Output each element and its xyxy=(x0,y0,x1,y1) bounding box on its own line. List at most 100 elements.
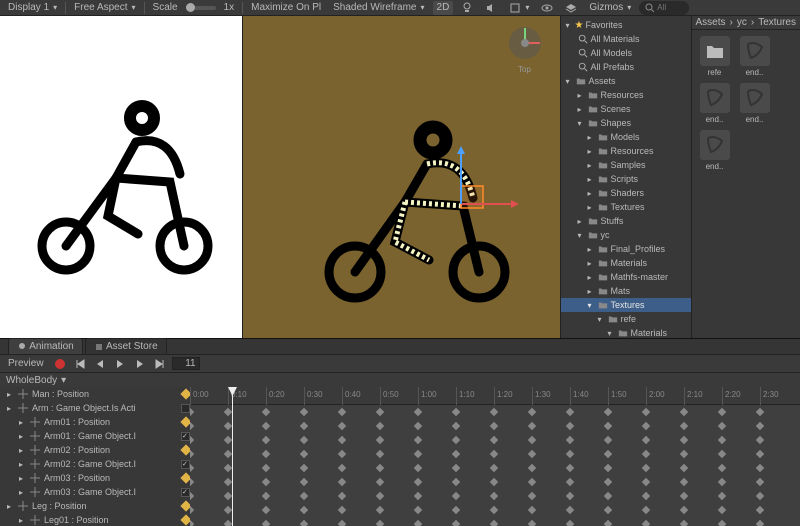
keyframe[interactable] xyxy=(338,520,346,526)
play-button[interactable] xyxy=(112,357,128,371)
keyframe[interactable] xyxy=(452,436,460,444)
game-view[interactable] xyxy=(0,16,242,338)
scene-view[interactable]: Top xyxy=(242,16,559,338)
favorites-header[interactable]: ▾★Favorites xyxy=(561,18,691,32)
keyframe[interactable] xyxy=(338,450,346,458)
keyframe[interactable] xyxy=(528,408,536,416)
folder-item[interactable]: ▸Samples xyxy=(561,158,691,172)
keyframe[interactable] xyxy=(642,506,650,514)
keyframe[interactable] xyxy=(718,478,726,486)
assets-root[interactable]: ▾Assets xyxy=(561,74,691,88)
keyframe[interactable] xyxy=(376,520,384,526)
dope-row[interactable] xyxy=(190,405,800,419)
keyframe[interactable] xyxy=(300,464,308,472)
maximize-on-play[interactable]: Maximize On Pl xyxy=(247,1,325,15)
scene-visibility-toggle[interactable] xyxy=(537,1,557,15)
keyframe[interactable] xyxy=(190,478,194,486)
dope-row[interactable] xyxy=(190,461,800,475)
keyframe[interactable] xyxy=(528,478,536,486)
keyframe[interactable] xyxy=(642,408,650,416)
keyframe[interactable] xyxy=(224,464,232,472)
keyframe[interactable] xyxy=(190,520,194,526)
keyframe[interactable] xyxy=(566,436,574,444)
clip-selector[interactable]: WholeBody▾ xyxy=(0,373,800,387)
keyframe[interactable] xyxy=(718,506,726,514)
keyframe[interactable] xyxy=(224,422,232,430)
playhead[interactable] xyxy=(232,387,233,526)
asset-item[interactable]: end.. xyxy=(698,130,732,171)
keyframe[interactable] xyxy=(642,520,650,526)
keyframe[interactable] xyxy=(604,450,612,458)
keyframe[interactable] xyxy=(566,520,574,526)
keyframe[interactable] xyxy=(680,506,688,514)
mode-2d-toggle[interactable]: 2D xyxy=(433,1,454,15)
favorite-search[interactable]: All Models xyxy=(561,46,691,60)
keyframe[interactable] xyxy=(566,450,574,458)
keyframe[interactable] xyxy=(338,422,346,430)
last-key-button[interactable] xyxy=(152,357,168,371)
keyframe[interactable] xyxy=(718,422,726,430)
keyframe[interactable] xyxy=(338,478,346,486)
keyframe[interactable] xyxy=(604,492,612,500)
keyframe[interactable] xyxy=(224,506,232,514)
folder-item[interactable]: ▸Mats xyxy=(561,284,691,298)
keyframe[interactable] xyxy=(376,478,384,486)
keyframe[interactable] xyxy=(642,464,650,472)
keyframe[interactable] xyxy=(376,464,384,472)
keyframe[interactable] xyxy=(566,422,574,430)
keyframe[interactable] xyxy=(604,408,612,416)
keyframe[interactable] xyxy=(756,520,764,526)
keyframe[interactable] xyxy=(528,436,536,444)
folder-item[interactable]: ▸Shaders xyxy=(561,186,691,200)
keyframe[interactable] xyxy=(718,408,726,416)
keyframe[interactable] xyxy=(604,506,612,514)
keyframe[interactable] xyxy=(490,422,498,430)
keyframe[interactable] xyxy=(756,450,764,458)
keyframe[interactable] xyxy=(414,464,422,472)
keyframe[interactable] xyxy=(718,464,726,472)
keyframe[interactable] xyxy=(490,408,498,416)
keyframe[interactable] xyxy=(490,464,498,472)
anim-property-row[interactable]: ▸Leg : Position xyxy=(0,499,190,513)
favorite-search[interactable]: All Prefabs xyxy=(561,60,691,74)
keyframe[interactable] xyxy=(452,520,460,526)
asset-item[interactable]: end.. xyxy=(698,83,732,124)
keyframe[interactable] xyxy=(718,436,726,444)
keyframe[interactable] xyxy=(490,506,498,514)
transform-gizmo[interactable] xyxy=(461,204,531,277)
anim-property-row[interactable]: ▸Arm : Game Object.Is Acti xyxy=(0,401,190,415)
gizmos-dropdown[interactable]: Gizmos xyxy=(585,1,635,15)
keyframe[interactable] xyxy=(604,436,612,444)
project-hierarchy[interactable]: ▾★FavoritesAll MaterialsAll ModelsAll Pr… xyxy=(561,16,691,338)
keyframe[interactable] xyxy=(376,422,384,430)
keyframe[interactable] xyxy=(300,422,308,430)
time-ruler[interactable]: 0:000:100:200:300:400:501:001:101:201:30… xyxy=(190,387,800,405)
keyframe[interactable] xyxy=(528,450,536,458)
keyframe[interactable] xyxy=(376,450,384,458)
dope-row[interactable] xyxy=(190,517,800,526)
folder-item[interactable]: ▸Scenes xyxy=(561,102,691,116)
aspect-dropdown[interactable]: Free Aspect xyxy=(70,1,139,15)
asset-item[interactable]: end.. xyxy=(738,36,772,77)
keyframe[interactable] xyxy=(414,408,422,416)
keyframe[interactable] xyxy=(718,450,726,458)
keyframe[interactable] xyxy=(338,408,346,416)
keyframe[interactable] xyxy=(452,408,460,416)
keyframe[interactable] xyxy=(642,492,650,500)
keyframe[interactable] xyxy=(718,492,726,500)
orientation-gizmo[interactable]: Top xyxy=(506,24,544,62)
asset-grid[interactable]: refeend..end..end..end.. xyxy=(692,30,800,338)
first-key-button[interactable] xyxy=(72,357,88,371)
tab-animation[interactable]: Animation xyxy=(8,338,83,354)
keyframe[interactable] xyxy=(680,492,688,500)
keyframe[interactable] xyxy=(452,492,460,500)
keyframe[interactable] xyxy=(300,436,308,444)
dopesheet[interactable]: 0:000:100:200:300:400:501:001:101:201:30… xyxy=(190,387,800,526)
keyframe[interactable] xyxy=(528,464,536,472)
keyframe[interactable] xyxy=(452,422,460,430)
keyframe[interactable] xyxy=(224,450,232,458)
keyframe[interactable] xyxy=(376,436,384,444)
keyframe[interactable] xyxy=(262,478,270,486)
keyframe[interactable] xyxy=(528,506,536,514)
keyframe[interactable] xyxy=(756,464,764,472)
